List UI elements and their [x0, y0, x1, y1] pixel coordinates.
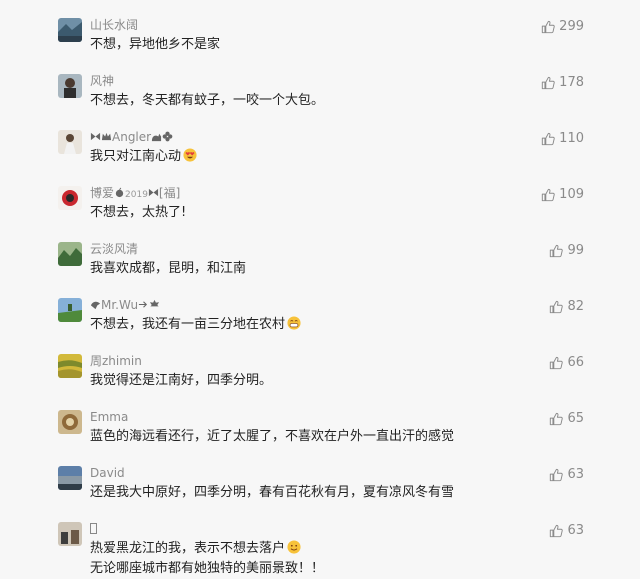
thumbs-up-icon [550, 244, 564, 258]
like-button[interactable]: 66 [549, 355, 584, 371]
bowknot-icon [148, 188, 159, 197]
like-button[interactable]: 65 [549, 411, 584, 427]
username-tag: [福] [158, 186, 181, 200]
comment-username[interactable]: 云淡风清 [90, 241, 138, 257]
comment-text: 不想去，我还有一亩三分地在农村 [90, 315, 301, 335]
flower-icon [162, 131, 173, 142]
comment-text: 不想去，冬天都有蚊子，一咬一个大包。 [90, 93, 325, 108]
avatar[interactable] [58, 466, 82, 490]
comment-username[interactable]: 博爱 2019 [福] [90, 185, 180, 203]
avatar[interactable] [58, 186, 82, 210]
like-button[interactable]: 82 [549, 299, 584, 315]
thumbs-up-icon [542, 132, 555, 146]
avatar[interactable] [58, 298, 82, 322]
avatar[interactable] [58, 410, 82, 434]
grinning-emoji-icon [287, 316, 301, 330]
comment-text-line-1: 热爱黑龙江的我，表示不想去落户 [90, 541, 286, 556]
comment-text-line-2: 无论哪座城市都有她独特的美丽景致！！ [90, 561, 325, 576]
apple-icon [115, 187, 124, 198]
like-count: 110 [559, 131, 584, 146]
thumbs-up-icon [550, 524, 564, 538]
comment-text: 我觉得还是江南好，四季分明。 [90, 373, 273, 388]
comment-username[interactable] [90, 521, 97, 537]
cat-icon [152, 133, 162, 142]
like-count: 109 [559, 187, 584, 202]
comment-text: 我只对江南心动 [90, 147, 197, 167]
comment-text: 不想去，太热了! [90, 205, 187, 220]
thumbs-up-icon [542, 188, 555, 202]
smiling-emoji-icon [287, 540, 301, 554]
avatar[interactable] [58, 130, 82, 154]
avatar[interactable] [58, 242, 82, 266]
username-text: 博爱 [90, 186, 115, 200]
like-count: 66 [567, 355, 584, 370]
comment-username[interactable]: David [90, 465, 125, 481]
heart-eyes-emoji-icon [183, 148, 197, 162]
comment-text: 热爱黑龙江的我，表示不想去落户 无论哪座城市都有她独特的美丽景致！！ [90, 539, 324, 579]
like-button[interactable]: 63 [549, 523, 584, 539]
bird-icon [90, 301, 101, 310]
arrow-icon [138, 301, 148, 308]
thumbs-up-icon [550, 468, 564, 482]
like-button[interactable]: 99 [549, 243, 584, 259]
comment-username[interactable]: 山长水阔 [90, 17, 138, 33]
comment-username[interactable]: Emma [90, 409, 128, 425]
like-count: 299 [559, 19, 584, 34]
comment-text: 还是我大中原好，四季分明，春有百花秋有月，夏有凉风冬有雪 [90, 485, 455, 500]
like-count: 99 [567, 243, 584, 258]
comment-username[interactable]: 周zhimin [90, 353, 142, 369]
maple-leaf-icon [149, 299, 160, 310]
comment-text: 不想，异地他乡不是家 [90, 37, 221, 52]
like-count: 82 [567, 299, 584, 314]
like-button[interactable]: 63 [549, 467, 584, 483]
thumbs-up-icon [542, 20, 555, 34]
like-button[interactable]: 178 [541, 75, 584, 91]
like-button[interactable]: 299 [541, 19, 584, 35]
username-year: 2019 [125, 190, 148, 200]
comment-username[interactable]: Mr.Wu [90, 297, 160, 313]
like-count: 63 [567, 523, 584, 538]
comment-text-content: 不想去，我还有一亩三分地在农村 [90, 317, 286, 332]
avatar[interactable] [58, 74, 82, 98]
comment-username[interactable]: Angler [90, 129, 173, 145]
avatar[interactable] [58, 354, 82, 378]
username-text: Angler [112, 130, 152, 144]
comment-username[interactable]: 风神 [90, 73, 114, 89]
like-button[interactable]: 109 [541, 187, 584, 203]
avatar[interactable] [58, 18, 82, 42]
comment-text: 我喜欢成都，昆明，和江南 [90, 261, 247, 276]
like-count: 65 [567, 411, 584, 426]
avatar[interactable] [58, 522, 82, 546]
thumbs-up-icon [550, 300, 564, 314]
comment-text-content: 我只对江南心动 [90, 149, 182, 164]
thumbs-up-icon [550, 412, 564, 426]
bowknot-icon [90, 132, 101, 141]
thumbs-up-icon [550, 356, 564, 370]
comment-text: 蓝色的海远看还行，近了太腥了，不喜欢在户外一直出汗的感觉 [90, 429, 455, 444]
like-count: 178 [559, 75, 584, 90]
like-count: 63 [567, 467, 584, 482]
thumbs-up-icon [542, 76, 555, 90]
crown-icon [101, 132, 112, 141]
username-text: Mr.Wu [101, 298, 139, 312]
missing-glyph-icon [90, 523, 97, 534]
like-button[interactable]: 110 [541, 131, 584, 147]
